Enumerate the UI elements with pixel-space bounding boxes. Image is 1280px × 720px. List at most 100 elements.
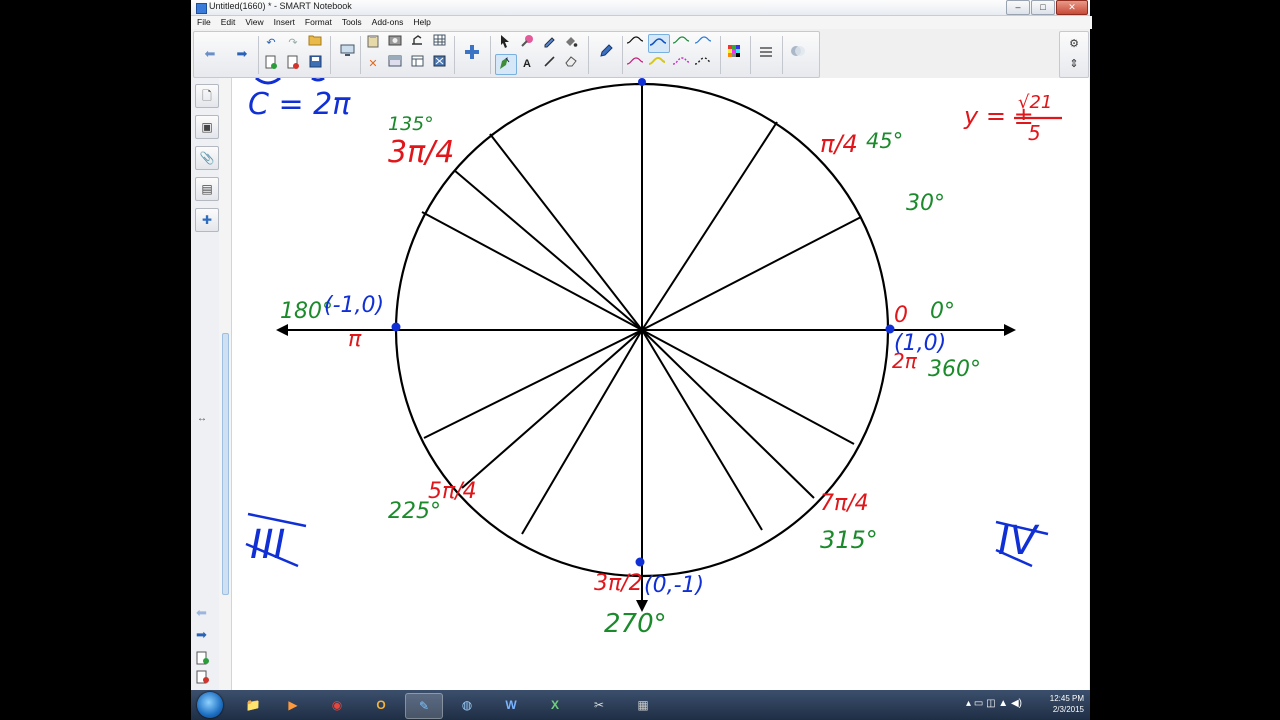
label-270-deg: 270° bbox=[604, 609, 667, 639]
main-toolbar: ⬅ ➡ ↶ ↷ ✕ A bbox=[193, 31, 820, 78]
menu-file[interactable]: File bbox=[193, 16, 215, 29]
taskbar-media-player-icon[interactable]: ▶ bbox=[275, 693, 311, 717]
taskbar-app-icon[interactable]: ▦ bbox=[625, 693, 661, 717]
pen-style-7[interactable] bbox=[672, 55, 690, 73]
add-ons-icon[interactable] bbox=[462, 44, 482, 64]
label-315-deg: 315° bbox=[820, 526, 878, 554]
add-page-icon[interactable] bbox=[262, 55, 280, 73]
clock-date[interactable]: 2/3/2015 bbox=[1050, 704, 1084, 715]
attachments-icon[interactable]: 📎 bbox=[195, 146, 219, 170]
whiteboard-canvas[interactable]: C = 2π y = ± √21 5 135° 3π/4 π/4 45° 30°… bbox=[232, 76, 1089, 690]
text-tool-icon[interactable]: A bbox=[518, 55, 536, 73]
magic-pen-icon[interactable] bbox=[518, 34, 536, 52]
label-180-rad: π bbox=[348, 327, 362, 352]
resize-handle-icon[interactable]: ↔ bbox=[197, 413, 207, 424]
fill-icon[interactable] bbox=[562, 34, 580, 52]
menu-addons[interactable]: Add-ons bbox=[368, 16, 408, 29]
sidebar-scrollbar[interactable] bbox=[219, 78, 232, 690]
pen-style-8[interactable] bbox=[694, 55, 712, 73]
pen-style-4[interactable] bbox=[694, 34, 712, 52]
paste-icon[interactable] bbox=[364, 34, 382, 52]
pen-tool-active[interactable] bbox=[495, 54, 517, 75]
creative-pen-icon[interactable] bbox=[540, 34, 558, 52]
taskbar-snipping-icon[interactable]: ✂ bbox=[581, 693, 617, 717]
title-bar: Untitled(1660) * - SMART Notebook – □ ✕ bbox=[191, 0, 1090, 16]
undo-icon[interactable]: ↶ bbox=[262, 34, 280, 52]
minimize-button[interactable]: – bbox=[1006, 0, 1030, 15]
screen-display-icon[interactable] bbox=[338, 44, 356, 62]
label-0-rad: 0 bbox=[894, 303, 908, 328]
page-sorter-icon[interactable]: 🗋 bbox=[195, 84, 219, 108]
clear-page-icon[interactable]: ✕ bbox=[364, 55, 382, 73]
label-135-deg: 135° bbox=[388, 113, 434, 135]
quadrant-3-label: III bbox=[250, 522, 285, 568]
menu-help[interactable]: Help bbox=[409, 16, 434, 29]
dual-page-icon[interactable] bbox=[430, 55, 448, 73]
label-135-rad: 3π/4 bbox=[388, 135, 454, 170]
delete-page-side-icon[interactable] bbox=[196, 670, 210, 689]
properties-icon[interactable]: ▤ bbox=[195, 177, 219, 201]
eraser-icon[interactable] bbox=[562, 55, 580, 73]
start-button[interactable] bbox=[197, 692, 223, 718]
gallery-icon[interactable]: ▣ bbox=[195, 115, 219, 139]
pen-style-1[interactable] bbox=[626, 34, 644, 52]
full-screen-icon[interactable] bbox=[408, 55, 426, 73]
tray-icons[interactable]: ▴ ▭ ◫ ▲ ◀) bbox=[966, 698, 1022, 709]
taskbar-earth-icon[interactable]: ◍ bbox=[449, 693, 485, 717]
label-270-rad: 3π/2 bbox=[594, 571, 643, 596]
delete-page-icon[interactable] bbox=[284, 55, 302, 73]
pen-style-3[interactable] bbox=[672, 34, 690, 52]
previous-page-icon[interactable]: ⬅ bbox=[196, 605, 207, 621]
side-tab-bar: 🗋 ▣ 📎 ▤ ✚ ↔ ⬅ ➡ bbox=[191, 78, 220, 690]
maximize-button[interactable]: □ bbox=[1031, 0, 1055, 15]
clock-time[interactable]: 12:45 PM bbox=[1050, 693, 1084, 704]
windows-taskbar: 📁 ▶ ◉ O ✎ ◍ W X ✂ ▦ ▴ ▭ ◫ ▲ ◀) 12:45 PM … bbox=[191, 690, 1090, 720]
note-top-den: 5 bbox=[1028, 121, 1041, 145]
point-90 bbox=[638, 78, 646, 86]
menu-view[interactable]: View bbox=[241, 16, 267, 29]
pen-style-6[interactable] bbox=[648, 55, 666, 73]
line-width-icon[interactable] bbox=[756, 44, 776, 64]
label-45-deg: 45° bbox=[866, 129, 903, 153]
menu-format[interactable]: Format bbox=[301, 16, 336, 29]
close-button[interactable]: ✕ bbox=[1056, 0, 1088, 15]
gear-icon[interactable]: ⚙ bbox=[1065, 35, 1083, 53]
menu-edit[interactable]: Edit bbox=[217, 16, 240, 29]
taskbar-excel-icon[interactable]: X bbox=[537, 693, 573, 717]
label-30-deg: 30° bbox=[906, 191, 945, 216]
taskbar-explorer-icon[interactable]: 📁 bbox=[235, 693, 271, 717]
system-tray: ▴ ▭ ◫ ▲ ◀) 12:45 PM 2/3/2015 bbox=[966, 693, 1084, 717]
add-ons-tab-icon[interactable]: ✚ bbox=[195, 208, 219, 232]
folder-open-icon[interactable] bbox=[306, 34, 324, 52]
label-360-deg: 360° bbox=[928, 357, 981, 382]
screen-capture-icon[interactable] bbox=[386, 34, 404, 52]
redo-icon[interactable]: ↷ bbox=[284, 34, 302, 52]
pen-icon[interactable] bbox=[596, 44, 616, 64]
menu-tools[interactable]: Tools bbox=[338, 16, 366, 29]
document-camera-icon[interactable] bbox=[408, 34, 426, 52]
taskbar-outlook-icon[interactable]: O bbox=[363, 693, 399, 717]
toolbar-position-icon[interactable]: ⇕ bbox=[1065, 55, 1083, 73]
taskbar-word-icon[interactable]: W bbox=[493, 693, 529, 717]
transparency-icon[interactable] bbox=[788, 44, 808, 64]
taskbar-chrome-icon[interactable]: ◉ bbox=[319, 693, 355, 717]
taskbar-notebook-icon[interactable]: ✎ bbox=[405, 693, 443, 719]
back-icon[interactable]: ⬅ bbox=[200, 44, 220, 64]
forward-icon[interactable]: ➡ bbox=[232, 44, 252, 64]
unit-circle-drawing: C = 2π y = ± √21 5 135° 3π/4 π/4 45° 30°… bbox=[245, 76, 1062, 639]
line-tool-icon[interactable] bbox=[540, 55, 558, 73]
table-icon[interactable] bbox=[430, 34, 448, 52]
save-icon[interactable] bbox=[306, 55, 324, 73]
select-arrow-icon[interactable] bbox=[496, 34, 514, 52]
point-180 bbox=[391, 322, 401, 332]
next-page-icon[interactable]: ➡ bbox=[196, 627, 207, 643]
add-page-side-icon[interactable] bbox=[196, 651, 210, 670]
label-360-rad: 2π bbox=[892, 349, 918, 373]
note-circumference: C = 2π bbox=[248, 87, 351, 122]
menu-insert[interactable]: Insert bbox=[270, 16, 299, 29]
pen-style-5[interactable] bbox=[626, 55, 644, 73]
show-hide-screen-icon[interactable] bbox=[386, 55, 404, 73]
label-270-point: (0,-1) bbox=[644, 573, 704, 598]
pen-style-2-selected[interactable] bbox=[648, 34, 670, 53]
color-palette-icon[interactable] bbox=[724, 44, 744, 64]
